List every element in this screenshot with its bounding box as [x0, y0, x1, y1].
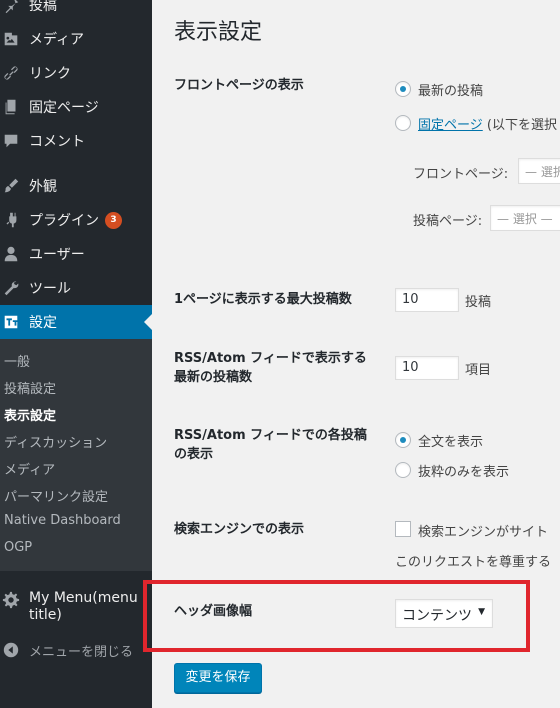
feed-count-unit: 項目: [465, 363, 492, 378]
discourage-search-text: 検索エンジンがサイト: [418, 525, 549, 540]
page-icon: [1, 97, 21, 117]
static-page-link[interactable]: 固定ページ: [418, 118, 483, 133]
posts-page-select-label: 投稿ページ:: [413, 214, 483, 229]
latest-posts-text: 最新の投稿: [418, 84, 484, 99]
feed-content-label-line2: の表示: [174, 447, 214, 462]
posts-per-page-unit: 投稿: [465, 295, 492, 310]
my-menu-label: My Menu(menu title): [29, 590, 138, 624]
feed-content-label: RSS/Atom フィードでの各投稿 の表示: [174, 426, 367, 464]
front-page-label: フロントページの表示: [174, 78, 304, 93]
page-title: 表示設定: [174, 20, 263, 45]
menu-item-my-menu[interactable]: My Menu(menu title): [0, 584, 152, 628]
menu-label: コメント: [29, 134, 85, 150]
posts-per-page-label: 1ページに表示する最大投稿数: [174, 292, 352, 307]
collapse-arrow-icon: [1, 640, 21, 660]
menu-item-links[interactable]: リンク: [0, 56, 152, 90]
collapse-menu-button[interactable]: メニューを閉じる: [0, 633, 152, 667]
menu-label: メディア: [29, 32, 85, 48]
menu-label: 設定: [29, 315, 57, 331]
menu-label: ツール: [29, 281, 71, 297]
full-text-radio[interactable]: [395, 432, 411, 448]
highlight-annotation-box: [143, 580, 530, 652]
menu-item-appearance[interactable]: 外観: [0, 169, 152, 203]
front-page-select[interactable]: — 選択: [518, 158, 560, 184]
menu-label: ユーザー: [29, 247, 85, 263]
static-page-radio[interactable]: [395, 115, 411, 131]
media-icon: [1, 29, 21, 49]
menu-item-pages[interactable]: 固定ページ: [0, 90, 152, 124]
feed-content-label-line1: RSS/Atom フィードでの各投稿: [174, 428, 367, 443]
menu-item-tools[interactable]: ツール: [0, 271, 152, 305]
search-engine-note: このリクエストを尊重する: [395, 555, 552, 570]
my-menu-label-line1: My Menu(menu: [29, 590, 138, 606]
admin-sidebar: 投稿 メディア リンク 固定ページ コメント 外観 プラグイン 3 ユーザー ツ…: [0, 0, 152, 708]
summary-option: 抜粋のみを表示: [418, 465, 510, 480]
pin-icon: [1, 0, 21, 15]
menu-item-users[interactable]: ユーザー: [0, 237, 152, 271]
menu-item-comments[interactable]: コメント: [0, 124, 152, 158]
menu-label: リンク: [29, 66, 71, 82]
brush-icon: [1, 176, 21, 196]
menu-item-posts[interactable]: 投稿: [0, 0, 152, 22]
submenu-item-ogp[interactable]: OGP: [4, 540, 32, 555]
submenu-item-discussion[interactable]: ディスカッション: [4, 432, 107, 451]
menu-label: 投稿: [29, 0, 57, 14]
my-menu-label-line2: title): [29, 607, 62, 623]
link-icon: [1, 63, 21, 83]
menu-label: 固定ページ: [29, 100, 99, 116]
submenu-item-reading[interactable]: 表示設定: [4, 405, 56, 424]
user-icon: [1, 244, 21, 264]
menu-label: プラグイン: [29, 213, 99, 229]
submenu-item-native-dashboard[interactable]: Native Dashboard: [4, 513, 121, 528]
search-engine-label: 検索エンジンでの表示: [174, 522, 305, 537]
feed-count-input[interactable]: 10: [395, 356, 459, 380]
menu-item-media[interactable]: メディア: [0, 22, 152, 56]
settings-icon: [1, 312, 21, 332]
feed-count-label-line2: 最新の投稿数: [174, 370, 253, 385]
posts-per-page-input[interactable]: 10: [395, 288, 459, 312]
submenu-item-permalinks[interactable]: パーマリンク設定: [4, 486, 108, 505]
plugin-icon: [1, 210, 21, 230]
menu-item-settings[interactable]: 設定: [0, 305, 152, 339]
full-text-option: 全文を表示: [418, 435, 484, 450]
static-page-option: 固定ページ (以下を選択: [418, 114, 557, 133]
static-page-option-rest: (以下を選択: [482, 118, 557, 133]
front-page-select-label: フロントページ:: [413, 167, 509, 182]
menu-item-plugins[interactable]: プラグイン 3: [0, 203, 152, 237]
collapse-label: メニューを閉じる: [29, 644, 134, 660]
summary-radio[interactable]: [395, 462, 411, 478]
feed-count-label: RSS/Atom フィードで表示する 最新の投稿数: [174, 349, 367, 387]
update-count-badge: 3: [105, 211, 122, 229]
settings-submenu: 一般 投稿設定 表示設定 ディスカッション メディア パーマリンク設定 Nati…: [0, 339, 152, 571]
submenu-item-writing[interactable]: 投稿設定: [4, 378, 56, 397]
menu-label: 外観: [29, 179, 57, 195]
save-changes-button[interactable]: 変更を保存: [174, 663, 262, 693]
submenu-item-media[interactable]: メディア: [4, 459, 55, 478]
discourage-search-checkbox[interactable]: [395, 521, 411, 537]
wrench-icon: [1, 278, 21, 298]
comment-icon: [1, 131, 21, 151]
gear-icon: [1, 590, 21, 610]
latest-posts-radio[interactable]: [395, 81, 411, 97]
feed-count-label-line1: RSS/Atom フィードで表示する: [174, 351, 367, 366]
submenu-item-general[interactable]: 一般: [4, 351, 30, 370]
posts-page-select[interactable]: — 選択 —: [490, 205, 560, 231]
